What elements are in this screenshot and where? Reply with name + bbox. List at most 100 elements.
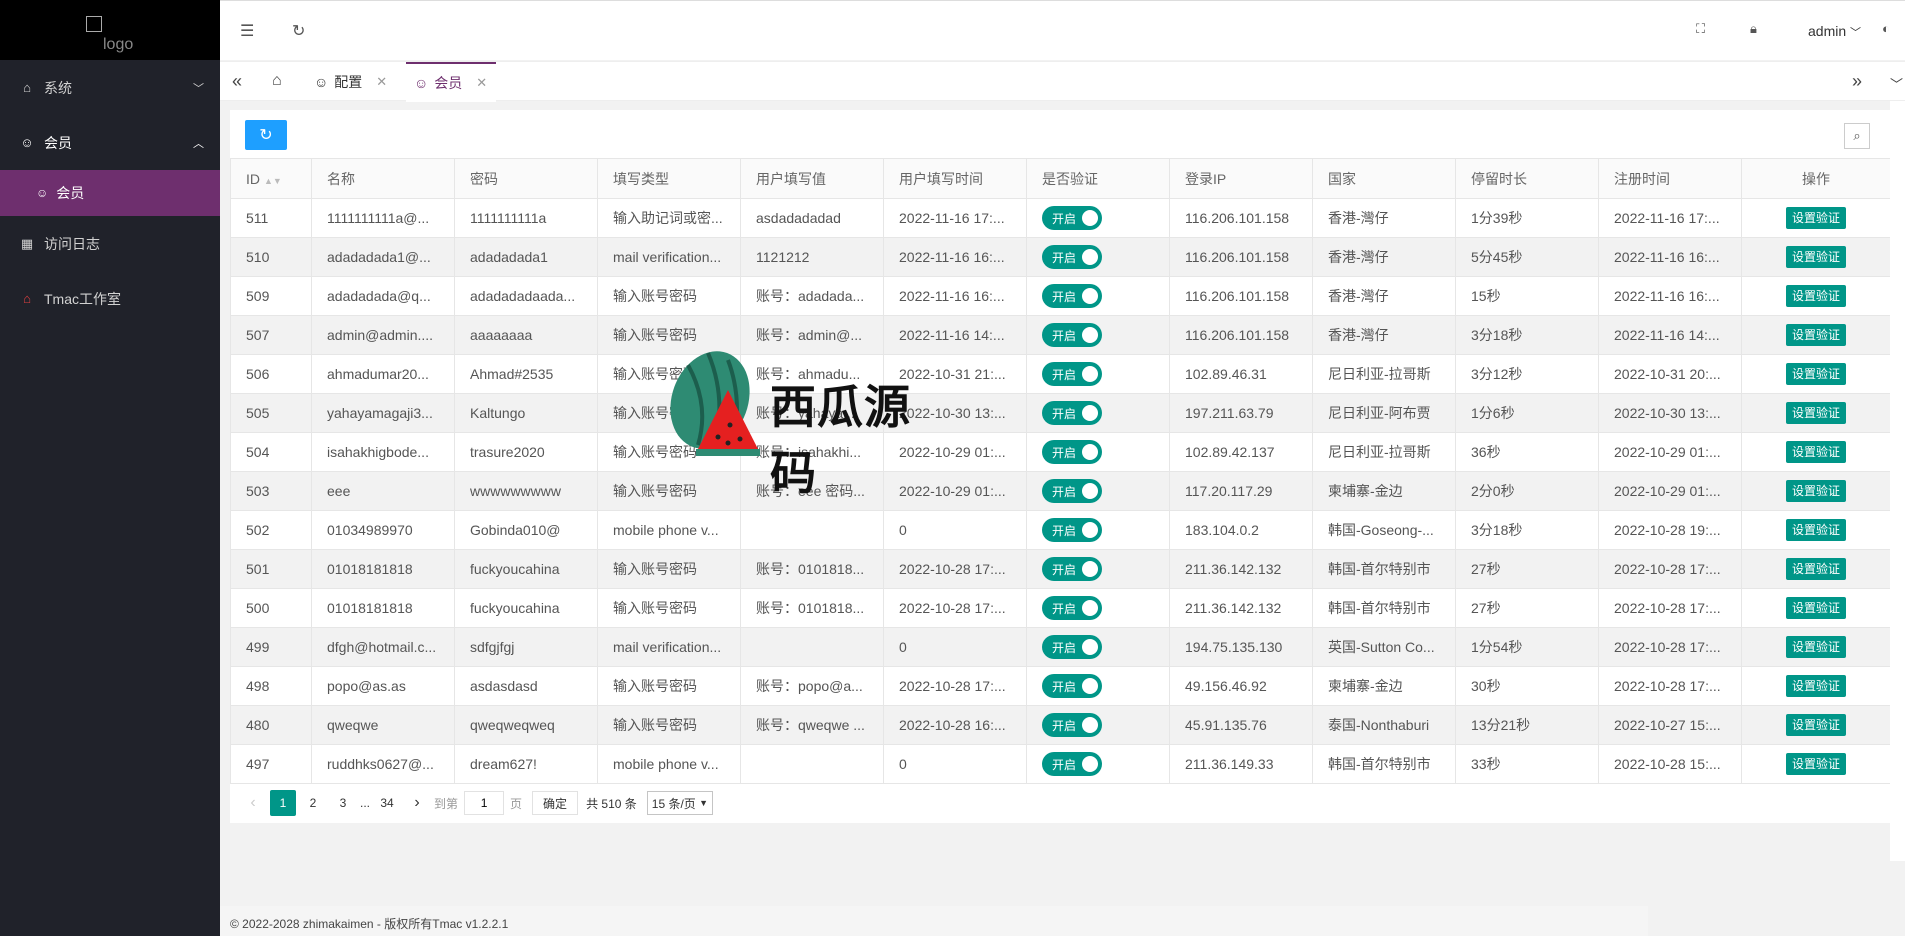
tab-members[interactable]: ☺ 会员 ✕ [406, 62, 496, 102]
verify-toggle[interactable]: 开启 [1042, 323, 1102, 347]
search-button[interactable]: ⌕ [1844, 123, 1870, 149]
table-row: 504 isahakhigbode... trasure2020 输入账号密码 账号：i… [230, 432, 1891, 472]
set-verify-button[interactable]: 设置验证 [1785, 480, 1846, 502]
page-2[interactable]: 2 [300, 790, 326, 816]
set-verify-button[interactable]: 设置验证 [1785, 324, 1846, 346]
verify-toggle[interactable]: 开启 [1042, 752, 1102, 776]
set-verify-button[interactable]: 设置验证 [1785, 753, 1846, 775]
prev-page-icon[interactable]: ‹ [240, 790, 266, 816]
cell-password: fuckyoucahina [454, 549, 598, 589]
cell-password: Gobinda010@ [454, 510, 598, 550]
set-verify-button[interactable]: 设置验证 [1785, 285, 1846, 307]
cell-login-ip: 102.89.42.137 [1169, 432, 1313, 472]
cell-stay-duration: 3分12秒 [1455, 354, 1599, 394]
user-menu[interactable]: admin ﹀ [1808, 23, 1861, 40]
sidebar-item-system[interactable]: ⌂ 系统 ﹀ [0, 60, 220, 115]
col-login-ip: 登录IP [1169, 158, 1313, 199]
sidebar-item-tmac-studio[interactable]: ⌂ Tmac工作室 [0, 271, 220, 326]
verify-toggle[interactable]: 开启 [1042, 713, 1102, 737]
sidebar-subitem-members[interactable]: ☺ 会员 [0, 170, 220, 216]
cell-actions: 设置验证 [1741, 705, 1891, 745]
goto-prefix: 到第 [434, 796, 459, 811]
chevron-down-icon: ﹀ [1850, 27, 1862, 39]
cell-country: 香港-灣仔 [1312, 276, 1456, 316]
verify-toggle[interactable]: 开启 [1042, 245, 1102, 269]
verify-toggle[interactable]: 开启 [1042, 596, 1102, 620]
verify-toggle[interactable]: 开启 [1042, 635, 1102, 659]
page-last[interactable]: 34 [374, 790, 400, 816]
toggle-knob [1082, 756, 1098, 772]
cell-login-ip: 116.206.101.158 [1169, 276, 1313, 316]
set-verify-button[interactable]: 设置验证 [1785, 363, 1846, 385]
set-verify-button[interactable]: 设置验证 [1785, 441, 1846, 463]
next-page-icon[interactable]: › [404, 790, 430, 816]
tabs-menu-chevron-icon[interactable]: ﹀ [1890, 74, 1903, 93]
cell-login-ip: 211.36.142.132 [1169, 549, 1313, 589]
set-verify-button[interactable]: 设置验证 [1785, 714, 1846, 736]
goto-confirm-button[interactable]: 确定 [532, 791, 579, 815]
col-id[interactable]: ID ▲▼ [230, 158, 312, 199]
user-icon: ☺ [36, 186, 49, 200]
toggle-label: 开启 [1052, 757, 1077, 772]
table-row: 510 adadadada1@... adadadada1 mail verifica… [230, 237, 1891, 277]
goto-page-input[interactable] [464, 791, 505, 815]
cell-password: sdfgjfgj [454, 627, 598, 667]
cell-register-time: 2022-10-28 17:... [1598, 666, 1742, 706]
table-row: 497 ruddhks0627@... dream627! mobile phone … [230, 744, 1891, 784]
verify-toggle[interactable]: 开启 [1042, 557, 1102, 581]
verify-toggle[interactable]: 开启 [1042, 518, 1102, 542]
tabs-scroll-left-icon[interactable]: « [232, 71, 242, 92]
close-icon[interactable]: ✕ [476, 75, 487, 91]
refresh-icon[interactable]: ↻ [292, 21, 305, 41]
sidebar-item-access-log[interactable]: ▦ 访问日志 [0, 216, 220, 271]
verify-toggle[interactable]: 开启 [1042, 284, 1102, 308]
tabs-scroll-right-icon[interactable]: » [1852, 71, 1862, 92]
set-verify-button[interactable]: 设置验证 [1785, 402, 1846, 424]
cell-fill-time: 2022-10-28 17:... [883, 549, 1027, 589]
cell-register-time: 2022-10-28 17:... [1598, 549, 1742, 589]
set-verify-button[interactable]: 设置验证 [1785, 636, 1846, 658]
cell-password: fuckyoucahina [454, 588, 598, 628]
cell-country: 韩国-首尔特别市 [1312, 549, 1456, 589]
set-verify-button[interactable]: 设置验证 [1785, 675, 1846, 697]
set-verify-button[interactable]: 设置验证 [1785, 558, 1846, 580]
close-icon[interactable]: ✕ [376, 74, 387, 90]
verify-toggle[interactable]: 开启 [1042, 440, 1102, 464]
watermark: 西瓜源码 [668, 345, 938, 499]
lock-icon[interactable]: 🔒︎ [1750, 21, 1757, 37]
set-verify-button[interactable]: 设置验证 [1785, 207, 1846, 229]
sort-icon[interactable]: ▲▼ [264, 176, 282, 186]
cell-password: Ahmad#2535 [454, 354, 598, 394]
set-verify-button[interactable]: 设置验证 [1785, 519, 1846, 541]
cell-name: yahayamagaji3... [311, 393, 455, 433]
menu-toggle-icon[interactable]: ☰ [240, 21, 254, 41]
verify-toggle[interactable]: 开启 [1042, 674, 1102, 698]
verify-toggle[interactable]: 开启 [1042, 401, 1102, 425]
page-1[interactable]: 1 [270, 790, 296, 816]
per-page-select[interactable]: 15 条/页 ▼ [646, 791, 714, 815]
toggle-knob [1082, 483, 1098, 499]
col-register-time: 注册时间 [1598, 158, 1742, 199]
set-verify-button[interactable]: 设置验证 [1785, 597, 1846, 619]
home-tab-icon[interactable]: ⌂ [272, 72, 282, 90]
toggle-knob [1082, 288, 1098, 304]
cell-country: 尼日利亚-阿布贾 [1312, 393, 1456, 433]
cell-id: 506 [230, 354, 312, 394]
page-3[interactable]: 3 [330, 790, 356, 816]
sidebar-item-members[interactable]: ☺ 会员 ︿ [0, 115, 220, 170]
cell-id: 505 [230, 393, 312, 433]
set-verify-button[interactable]: 设置验证 [1785, 246, 1846, 268]
toggle-knob [1082, 678, 1098, 694]
cell-verified: 开启 [1026, 198, 1170, 238]
cell-country: 泰国-Nonthaburi [1312, 705, 1456, 745]
fullscreen-icon[interactable]: ⛶ [1696, 21, 1705, 37]
col-fill-type: 填写类型 [597, 158, 741, 199]
tab-config[interactable]: ☺ 配置 ✕ [306, 62, 395, 102]
scrollbar-track[interactable] [1890, 101, 1905, 861]
cell-fill-time: 2022-11-16 16:... [883, 237, 1027, 277]
refresh-button[interactable]: ↻ [245, 120, 287, 150]
theme-icon[interactable]: ◐ [1882, 21, 1890, 36]
verify-toggle[interactable]: 开启 [1042, 479, 1102, 503]
verify-toggle[interactable]: 开启 [1042, 362, 1102, 386]
verify-toggle[interactable]: 开启 [1042, 206, 1102, 230]
